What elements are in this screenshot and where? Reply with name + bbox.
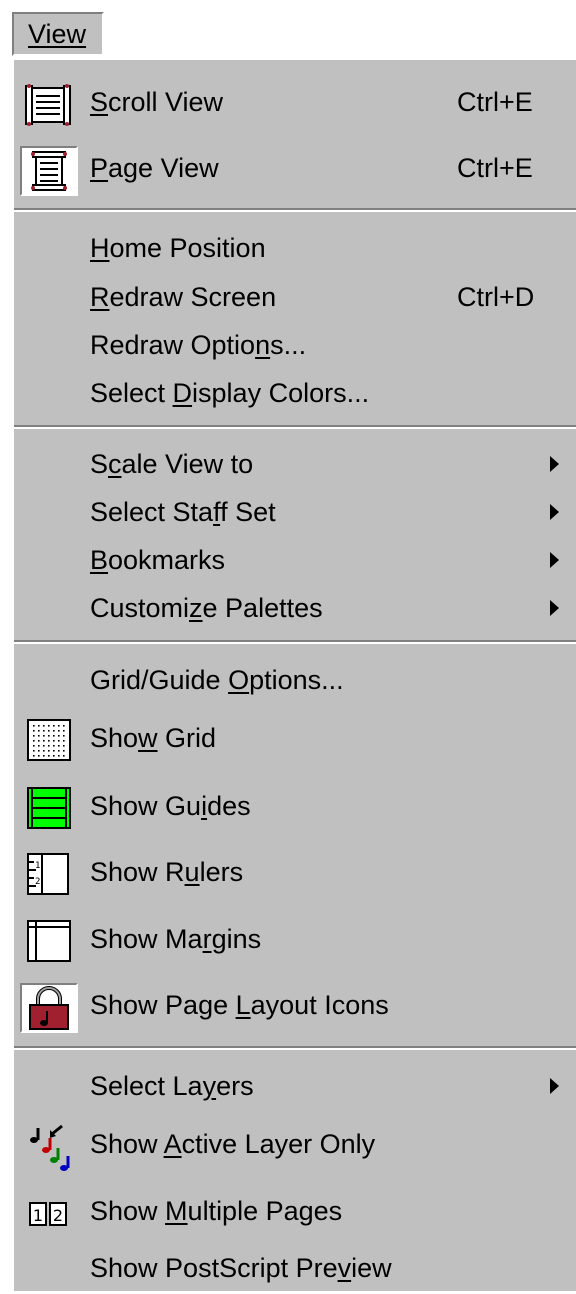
menu-item-label: Redraw Options... <box>90 330 307 360</box>
submenu-arrow-icon <box>550 456 559 472</box>
menu-item-label: Show Page Layout Icons <box>90 990 389 1020</box>
menu-item-label: Show Guides <box>90 791 251 821</box>
menu-item-page-view[interactable]: Page View Ctrl+E <box>14 144 576 196</box>
menu-item-show-grid[interactable]: /* placeholder */ Show Grid <box>14 714 576 764</box>
menu-item-show-postscript-preview[interactable]: Show PostScript Preview <box>14 1244 576 1294</box>
grid-icon: /* placeholder */ <box>20 716 78 766</box>
menu-item-select-display-colors[interactable]: Select Display Colors... <box>14 369 576 419</box>
menu-item-label: Bookmarks <box>90 545 226 575</box>
menu-item-select-staff-set[interactable]: Select Staff Set <box>14 488 576 538</box>
menu-item-redraw-screen[interactable]: Redraw Screen Ctrl+D <box>14 273 576 323</box>
menu-item-label: Customize Palettes <box>90 593 323 623</box>
multiple-pages-icon: 1 2 <box>20 1189 78 1239</box>
menu-item-label: Scale View to <box>90 449 254 479</box>
menu-item-label: Home Position <box>90 233 266 263</box>
menu-item-redraw-options[interactable]: Redraw Options... <box>14 321 576 371</box>
menu-item-show-page-layout-icons[interactable]: Show Page Layout Icons <box>14 981 576 1033</box>
submenu-arrow-icon <box>550 552 559 568</box>
submenu-arrow-icon <box>550 504 559 520</box>
menu-item-grid-guide-options[interactable]: Grid/Guide Options... <box>14 656 576 706</box>
menu-item-scroll-view[interactable]: Scroll View Ctrl+E <box>14 78 576 128</box>
menu-separator <box>14 1046 576 1050</box>
menu-item-select-layers[interactable]: Select Layers <box>14 1062 576 1112</box>
layers-icon <box>20 1122 78 1172</box>
menu-item-scale-view-to[interactable]: Scale View to <box>14 440 576 490</box>
padlock-icon <box>20 983 78 1033</box>
menu-item-label: Scroll View <box>90 87 224 117</box>
view-menu-title-label: View <box>28 19 87 49</box>
menu-item-bookmarks[interactable]: Bookmarks <box>14 536 576 586</box>
scroll-view-icon <box>20 80 78 130</box>
menu-item-show-guides[interactable]: Show Guides <box>14 782 576 832</box>
shortcut-label: Ctrl+E <box>457 87 533 117</box>
menu-item-label: Show PostScript Preview <box>90 1253 392 1283</box>
view-menu-title[interactable]: View <box>12 12 104 56</box>
menu-item-show-margins[interactable]: Show Margins <box>14 915 576 965</box>
menu-item-customize-palettes[interactable]: Customize Palettes <box>14 584 576 634</box>
menu-item-label: Select Layers <box>90 1071 254 1101</box>
rulers-icon: 1 2 <box>20 850 78 900</box>
menu-item-label: Show Margins <box>90 924 262 954</box>
svg-text:1: 1 <box>35 861 40 871</box>
menu-item-show-rulers[interactable]: 1 2 Show Rulers <box>14 848 576 898</box>
submenu-arrow-icon <box>550 600 559 616</box>
menu-item-label: Show Active Layer Only <box>90 1129 376 1159</box>
menu-separator <box>14 208 576 212</box>
page-view-icon <box>20 146 78 196</box>
menu-separator <box>14 425 576 429</box>
shortcut-label: Ctrl+D <box>457 282 535 312</box>
shortcut-label: Ctrl+E <box>457 153 533 183</box>
menu-item-label: Show Multiple Pages <box>90 1196 343 1226</box>
guides-icon <box>20 784 78 834</box>
menu-item-label: Show Grid <box>90 723 217 753</box>
menu-item-label: Redraw Screen <box>90 282 277 312</box>
submenu-arrow-icon <box>550 1078 559 1094</box>
svg-text:1: 1 <box>33 1206 43 1225</box>
svg-text:2: 2 <box>35 877 40 887</box>
menu-item-show-multiple-pages[interactable]: 1 2 Show Multiple Pages <box>14 1187 576 1237</box>
menu-item-label: Select Display Colors... <box>90 378 370 408</box>
menu-item-show-active-layer-only[interactable]: Show Active Layer Only <box>14 1120 576 1172</box>
menu-item-label: Page View <box>90 153 219 183</box>
menu-item-home-position[interactable]: Home Position <box>14 224 576 274</box>
menu-separator <box>14 640 576 644</box>
menu-item-label: Select Staff Set <box>90 497 276 527</box>
margins-icon <box>20 917 78 967</box>
svg-text:2: 2 <box>53 1206 63 1225</box>
menu-item-label: Show Rulers <box>90 857 244 887</box>
view-dropdown-menu: Scroll View Ctrl+E Page View Ctrl+E Home… <box>12 58 576 1291</box>
menu-item-label: Grid/Guide Options... <box>90 665 344 695</box>
